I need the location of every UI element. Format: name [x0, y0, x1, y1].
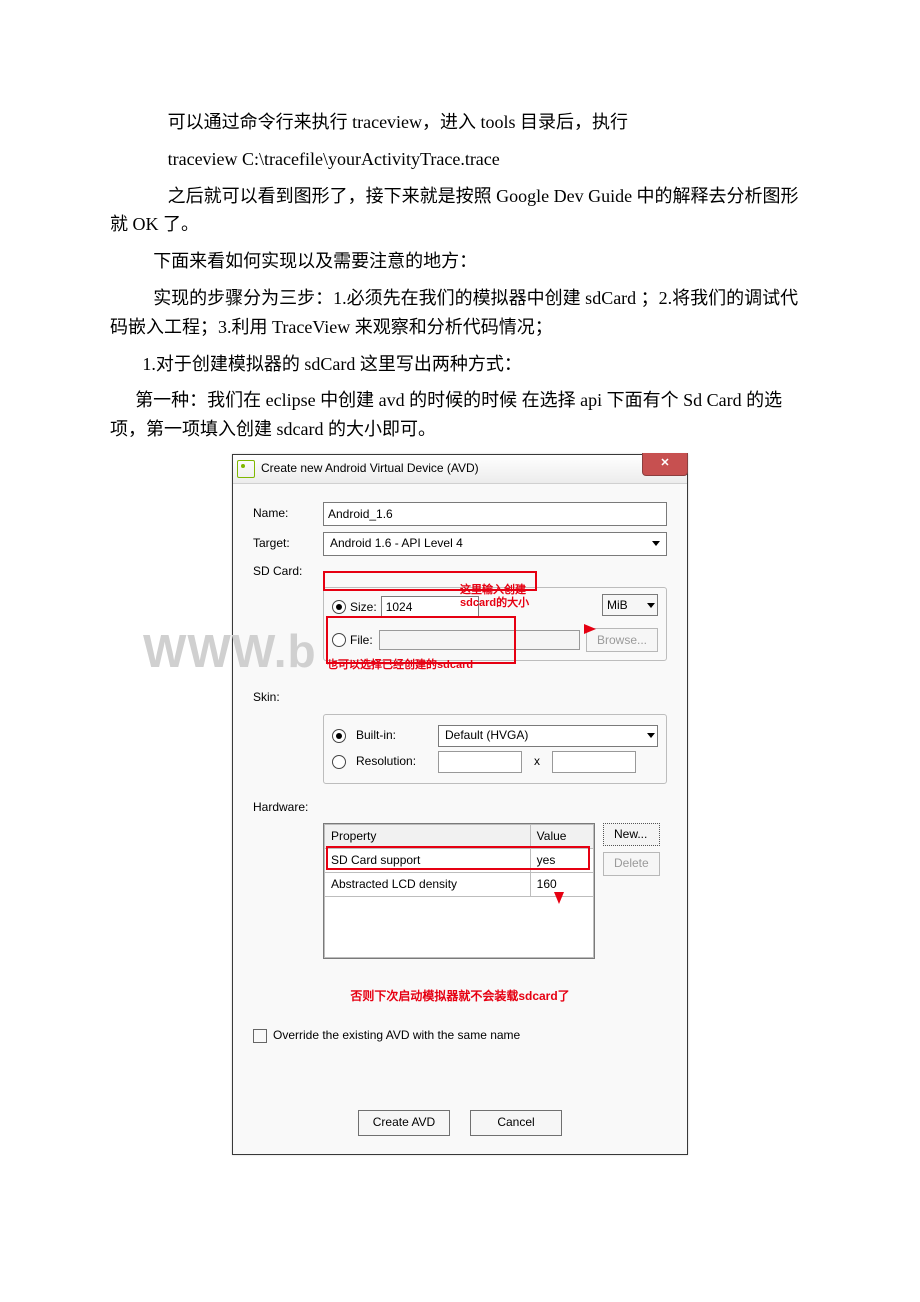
paragraph: 1.对于创建模拟器的 sdCard 这里写出两种方式： [110, 350, 810, 379]
hw-prop: Abstracted LCD density [325, 873, 531, 897]
table-row[interactable]: SD Card support yes [325, 848, 594, 872]
resolution-height[interactable] [552, 751, 636, 773]
builtin-value: Default (HVGA) [445, 726, 528, 745]
chevron-down-icon [647, 733, 655, 738]
target-value: Android 1.6 - API Level 4 [330, 534, 463, 553]
hw-val: yes [530, 848, 593, 872]
size-unit-combo[interactable]: MiB [602, 594, 658, 616]
builtin-radio[interactable] [332, 729, 346, 743]
red-annotation: 否则下次启动模拟器就不会装载sdcard了 [253, 987, 667, 1006]
size-label: Size: [350, 598, 377, 617]
red-annotation: 这里输入创建sdcard的大小 [460, 584, 529, 610]
close-button[interactable]: ✕ [642, 453, 688, 476]
skin-label: Skin: [253, 688, 323, 707]
close-icon: ✕ [660, 455, 669, 473]
hardware-table: Property Value SD Card support yes Abstr… [323, 823, 595, 960]
hw-prop: SD Card support [325, 848, 531, 872]
delete-button[interactable]: Delete [603, 852, 660, 876]
override-label: Override the existing AVD with the same … [273, 1026, 520, 1045]
create-avd-button[interactable]: Create AVD [358, 1110, 450, 1136]
chevron-down-icon [648, 535, 664, 553]
size-unit: MiB [607, 596, 628, 615]
android-icon [237, 460, 255, 478]
cancel-button[interactable]: Cancel [470, 1110, 562, 1136]
red-arrow-icon [584, 624, 596, 634]
browse-button[interactable]: Browse... [586, 628, 658, 652]
override-checkbox[interactable] [253, 1029, 267, 1043]
paragraph: traceview C:\tracefile\yourActivityTrace… [110, 145, 810, 174]
paragraph: 下面来看如何实现以及需要注意的地方： [110, 247, 810, 276]
file-input[interactable] [379, 630, 580, 650]
resolution-radio[interactable] [332, 755, 346, 769]
hardware-label: Hardware: [253, 798, 323, 817]
name-input[interactable] [323, 502, 667, 526]
dialog-title: Create new Android Virtual Device (AVD) [261, 459, 479, 478]
file-radio[interactable] [332, 633, 346, 647]
paragraph: 可以通过命令行来执行 traceview，进入 tools 目录后，执行 [110, 108, 810, 137]
paragraph: 实现的步骤分为三步：1.必须先在我们的模拟器中创建 sdCard ；2.将我们的… [110, 284, 810, 342]
watermark: WWW.b [143, 615, 317, 689]
sdcard-label: SD Card: [253, 562, 323, 581]
file-label: File: [350, 631, 373, 650]
hw-header-val: Value [530, 824, 593, 848]
hw-header-prop: Property [325, 824, 531, 848]
size-radio[interactable] [332, 600, 346, 614]
resolution-width[interactable] [438, 751, 522, 773]
builtin-label: Built-in: [356, 726, 432, 745]
x-separator: x [528, 752, 546, 771]
chevron-down-icon [647, 603, 655, 608]
name-label: Name: [253, 504, 323, 523]
target-label: Target: [253, 534, 323, 553]
target-combo[interactable]: Android 1.6 - API Level 4 [323, 532, 667, 556]
red-arrow-down-icon [554, 892, 564, 904]
builtin-combo[interactable]: Default (HVGA) [438, 725, 658, 747]
resolution-label: Resolution: [356, 752, 432, 771]
new-button[interactable]: New... [603, 823, 660, 846]
avd-dialog: WWW.b Create new Android Virtual Device … [232, 454, 688, 1155]
titlebar: Create new Android Virtual Device (AVD) … [233, 455, 687, 484]
paragraph: 之后就可以看到图形了，接下来就是按照 Google Dev Guide 中的解释… [110, 182, 810, 240]
red-annotation: 也可以选择已经创建的sdcard [327, 659, 671, 672]
paragraph: 第一种：我们在 eclipse 中创建 avd 的时候的时候 在选择 api 下… [110, 386, 810, 444]
